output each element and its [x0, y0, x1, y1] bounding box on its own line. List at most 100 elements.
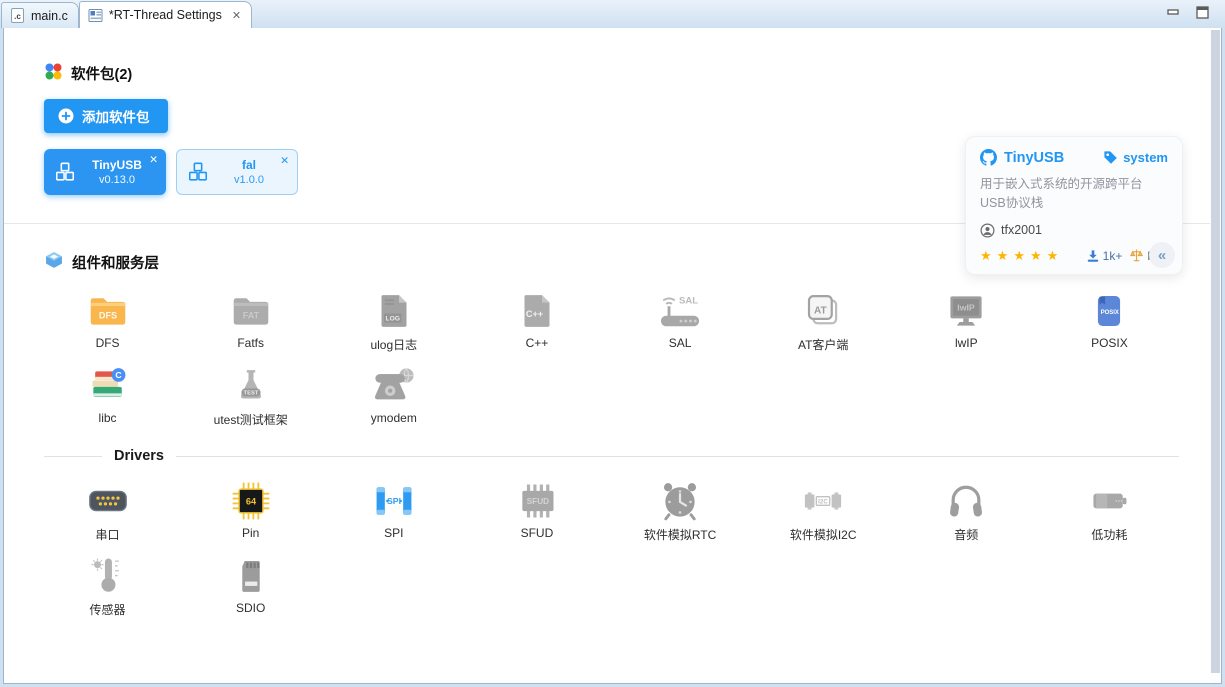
component-label: Fatfs [237, 336, 264, 350]
component-item-8[interactable]: POSIX POSIX [1038, 288, 1181, 353]
svg-text:SFUD: SFUD [527, 497, 550, 506]
svg-text:LOG: LOG [385, 316, 399, 323]
component-label: SAL [669, 336, 692, 350]
component-label: libc [99, 411, 117, 425]
add-package-button[interactable]: 添加软件包 [44, 99, 168, 133]
minimize-icon[interactable] [1167, 6, 1180, 19]
driver-item-7[interactable]: 音频 [895, 478, 1038, 543]
svg-text:64: 64 [246, 497, 257, 507]
component-item-2[interactable]: FAT Fatfs [179, 288, 322, 353]
component-item-1[interactable]: DFS DFS [36, 288, 179, 353]
headphones-icon [942, 478, 990, 524]
component-label: utest测试框架 [214, 411, 288, 428]
svg-text:TEST: TEST [243, 390, 258, 396]
logdoc-icon: LOG [370, 288, 418, 334]
driver-label: 软件模拟RTC [644, 526, 716, 543]
serial-icon [84, 478, 132, 524]
chip-icon: 64 [227, 478, 275, 524]
driver-item-2[interactable]: 64Pin [179, 478, 322, 543]
package-name: fal [209, 158, 289, 172]
component-item-11[interactable]: ymodem [322, 363, 465, 428]
maximize-icon[interactable] [1196, 6, 1209, 19]
driver-item-1[interactable]: 串口 [36, 478, 179, 543]
packages-section-title: 软件包(2) [44, 62, 1221, 85]
tag-icon [1103, 150, 1118, 165]
component-item-9[interactable]: Clibc [36, 363, 179, 428]
component-item-5[interactable]: SAL SAL [609, 288, 752, 353]
vertical-scrollbar[interactable] [1210, 28, 1221, 683]
detail-package-name: TinyUSB [1004, 150, 1064, 166]
svg-text:SPI: SPI [387, 496, 401, 506]
svg-text:I2C: I2C [818, 498, 828, 505]
component-item-4[interactable]: C++ C++ [465, 288, 608, 353]
add-package-label: 添加软件包 [82, 106, 150, 126]
divider-line [44, 456, 102, 457]
package-detail-header: TinyUSB system [980, 149, 1168, 166]
folder-icon: FAT [227, 288, 275, 334]
driver-item-3[interactable]: SPI SPI [322, 478, 465, 543]
component-item-7[interactable]: lwIPlwIP [895, 288, 1038, 353]
tab-label: main.c [31, 9, 68, 23]
driver-item-6[interactable]: I2C软件模拟I2C [752, 478, 895, 543]
driver-item-10[interactable]: SDIO [179, 553, 322, 618]
component-label: ulog日志 [370, 336, 417, 353]
scrollbar-thumb[interactable] [1211, 30, 1220, 673]
clock-icon [656, 478, 704, 524]
tab-main-c[interactable]: .c main.c [1, 2, 79, 28]
editor-tab-bar: .c main.c *RT-Thread Settings ✕ [0, 0, 1225, 28]
driver-label: SPI [384, 526, 403, 540]
package-chip-fal[interactable]: fal v1.0.0 ✕ [176, 149, 298, 195]
driver-item-5[interactable]: 软件模拟RTC [609, 478, 752, 543]
divider-line [176, 456, 1179, 457]
rt-thread-studio-window: .c main.c *RT-Thread Settings ✕ [0, 0, 1225, 687]
driver-item-4[interactable]: SFUDSFUD [465, 478, 608, 543]
tag-label: system [1123, 150, 1168, 165]
svg-text:POSIX: POSIX [1101, 310, 1119, 316]
battery-icon [1085, 478, 1133, 524]
driver-label: 音频 [954, 526, 978, 543]
package-description: 用于嵌入式系统的开源跨平台USB协议栈 [980, 175, 1168, 214]
component-label: DFS [96, 336, 120, 350]
svg-text:C++: C++ [526, 309, 543, 319]
plus-circle-icon [58, 108, 74, 124]
thermometer-icon [84, 553, 132, 599]
package-chip-text: TinyUSB v0.13.0 [76, 158, 158, 186]
driver-label: SDIO [236, 601, 265, 615]
drivers-grid: 串口 64Pin SPI SPI SFUDSFUD 软件模拟RTC I2C软件模拟I2C 音频… [36, 478, 1181, 618]
atclient-icon: AT [799, 288, 847, 334]
remove-package-icon[interactable]: ✕ [149, 154, 158, 166]
package-tag: system [1103, 150, 1168, 165]
packages-clover-icon [44, 62, 63, 85]
packages-title-text: 软件包(2) [71, 63, 132, 84]
component-label: ymodem [371, 411, 417, 425]
package-name: TinyUSB [76, 158, 158, 172]
svg-text:FAT: FAT [242, 310, 259, 320]
component-item-6[interactable]: ATAT客户端 [752, 288, 895, 353]
component-label: lwIP [955, 336, 978, 350]
components-title-text: 组件和服务层 [72, 252, 159, 273]
c-file-icon: .c [10, 8, 25, 23]
tab-rt-thread-settings[interactable]: *RT-Thread Settings ✕ [79, 1, 252, 28]
driver-item-8[interactable]: 低功耗 [1038, 478, 1181, 543]
github-icon [980, 149, 997, 166]
package-chip-text: fal v1.0.0 [209, 158, 289, 186]
i2c-icon: I2C [799, 478, 847, 524]
folder-icon: DFS [84, 288, 132, 334]
close-tab-icon[interactable]: ✕ [232, 9, 241, 22]
collapse-panel-button[interactable]: « [1149, 242, 1175, 268]
component-label: POSIX [1091, 336, 1128, 350]
component-item-3[interactable]: LOG ulog日志 [322, 288, 465, 353]
component-label: C++ [526, 336, 549, 350]
component-item-10[interactable]: TEST utest测试框架 [179, 363, 322, 428]
svg-text:DFS: DFS [98, 310, 116, 320]
remove-package-icon[interactable]: ✕ [280, 155, 289, 167]
router-icon: SAL [656, 288, 704, 334]
svg-text:AT: AT [814, 306, 828, 317]
sdcard-icon [227, 553, 275, 599]
driver-item-9[interactable]: 传感器 [36, 553, 179, 618]
rt-thread-settings-editor: 软件包(2) 添加软件包 TinyUSB v0.13.0 ✕ [3, 28, 1222, 684]
spi-icon: SPI [370, 478, 418, 524]
driver-label: 串口 [96, 526, 120, 543]
components-grid: DFS DFS FAT Fatfs LOG ulog日志 C++ C++ SAL SAL ATAT客… [36, 288, 1181, 428]
package-chip-tinyusb[interactable]: TinyUSB v0.13.0 ✕ [44, 149, 166, 195]
